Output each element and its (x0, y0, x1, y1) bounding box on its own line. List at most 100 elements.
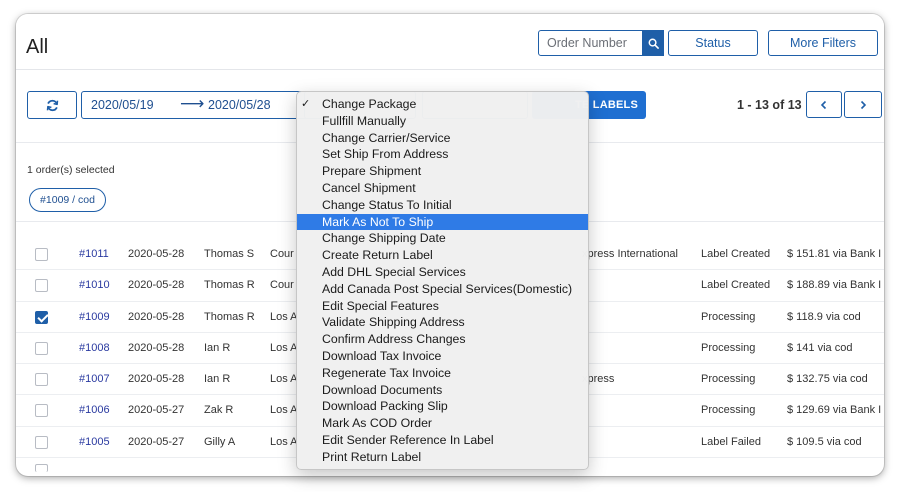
order-id-link[interactable]: #1006 (79, 404, 110, 416)
order-date: 2020-05-28 (128, 279, 185, 292)
page-header: All Status More Filters (16, 14, 884, 70)
order-date: 2020-05-28 (128, 248, 185, 260)
menu-item-fulfill-manually[interactable]: Fullfill Manually (297, 113, 588, 130)
carrier-service: xpress International (582, 248, 678, 260)
order-date: 2020-05-28 (128, 373, 185, 386)
order-date: 2020-05-27 (128, 404, 185, 417)
menu-item-confirm-address-changes[interactable]: Confirm Address Changes (297, 331, 588, 348)
menu-item-label: Mark As Not To Ship (322, 214, 434, 229)
order-status: Label Created (701, 248, 771, 260)
customer-name: Gilly A (204, 435, 236, 448)
menu-item-add-dhl-services[interactable]: Add DHL Special Services (297, 264, 588, 281)
ship-location: Los A (270, 404, 298, 417)
menu-item-label: Print Return Label (322, 449, 422, 464)
order-amount: $ 118.9 via cod (787, 310, 861, 323)
menu-item-mark-cod-order[interactable]: Mark As COD Order (297, 415, 588, 432)
date-range-arrow-icon: ⟶ (180, 94, 205, 113)
selected-count: 1 order(s) selected (27, 164, 115, 176)
order-status: Processing (701, 341, 756, 354)
date-start[interactable]: 2020/05/19 (91, 98, 154, 112)
customer-name: Ian R (204, 341, 231, 354)
customer-name: Thomas R (204, 310, 255, 323)
menu-item-regenerate-tax-invoice[interactable]: Regenerate Tax Invoice (297, 365, 588, 382)
customer-name: Zak R (204, 404, 234, 417)
pagination-summary: 1 - 13 of 13 (737, 98, 802, 112)
row-checkbox[interactable] (35, 341, 48, 355)
menu-item-download-packing-slip[interactable]: Download Packing Slip (297, 398, 588, 415)
order-status: Label Failed (701, 435, 761, 448)
customer-name: Thomas R (204, 279, 255, 292)
menu-item-label: Edit Sender Reference In Label (322, 432, 494, 447)
menu-item-download-tax-invoice[interactable]: Download Tax Invoice (297, 348, 588, 365)
row-checkbox[interactable] (35, 373, 48, 387)
row-checkbox[interactable] (35, 310, 48, 324)
menu-item-label: Change Package (322, 97, 417, 111)
menu-item-label: Add Canada Post Special Services(Domesti… (322, 281, 573, 296)
menu-item-edit-sender-reference[interactable]: Edit Sender Reference In Label (297, 432, 588, 449)
order-amount: $ 151.81 via Bank I (787, 248, 882, 260)
menu-item-add-canada-post-services[interactable]: Add Canada Post Special Services(Domesti… (297, 281, 588, 298)
menu-item-change-shipping-date[interactable]: Change Shipping Date (297, 230, 588, 247)
menu-item-label: Mark As COD Order (322, 416, 433, 431)
menu-item-download-documents[interactable]: Download Documents (297, 382, 588, 399)
menu-item-label: Confirm Address Changes (322, 332, 466, 347)
order-date: 2020-05-27 (128, 435, 185, 448)
menu-item-label: Edit Special Features (322, 298, 439, 313)
menu-item-change-carrier-service[interactable]: Change Carrier/Service (297, 130, 588, 147)
search-button[interactable] (642, 30, 664, 56)
menu-item-label: Add DHL Special Services (322, 264, 466, 279)
next-page-button[interactable] (844, 91, 882, 118)
page-title: All (26, 36, 49, 58)
menu-item-label: Regenerate Tax Invoice (322, 365, 451, 380)
order-id-link[interactable]: #1007 (79, 373, 110, 385)
menu-item-label: Create Return Label (322, 248, 433, 263)
row-checkbox[interactable] (35, 435, 48, 449)
order-date: 2020-05-28 (128, 310, 185, 323)
menu-item-label: Validate Shipping Address (322, 315, 465, 330)
row-checkbox[interactable] (35, 248, 48, 261)
more-filters-button[interactable]: More Filters (768, 30, 878, 56)
menu-item-mark-not-to-ship[interactable]: Mark As Not To Ship (297, 213, 588, 231)
menu-item-edit-special-features[interactable]: Edit Special Features (297, 298, 588, 315)
menu-item-set-ship-from-address[interactable]: Set Ship From Address (297, 146, 588, 163)
menu-item-change-package[interactable]: ✓ Change Package (297, 96, 588, 113)
search-icon (648, 38, 659, 49)
menu-item-create-return-label[interactable]: Create Return Label (297, 247, 588, 264)
ship-location: Cour (270, 248, 294, 260)
menu-item-print-return-label[interactable]: Print Return Label (297, 449, 588, 466)
order-status: Label Created (701, 279, 771, 292)
menu-item-change-status-initial[interactable]: Change Status To Initial (297, 197, 588, 214)
menu-item-cancel-shipment[interactable]: Cancel Shipment (297, 180, 588, 197)
menu-item-label: Prepare Shipment (322, 164, 422, 179)
row-checkbox[interactable] (35, 404, 48, 418)
order-id-link[interactable]: #1008 (79, 342, 110, 354)
order-id-link[interactable]: #1010 (79, 279, 110, 291)
menu-item-label: Cancel Shipment (322, 180, 416, 195)
order-status: Processing (701, 310, 756, 323)
date-range-picker[interactable]: 2020/05/19 ⟶ 2020/05/28 (81, 91, 309, 119)
order-id-link[interactable]: #1009 (79, 311, 110, 323)
order-id-link[interactable]: #1005 (79, 436, 110, 448)
order-date: 2020-05-28 (128, 341, 185, 354)
ship-location: Los A (270, 435, 298, 448)
date-end[interactable]: 2020/05/28 (208, 98, 271, 112)
chevron-right-icon (860, 100, 867, 109)
order-amount: $ 109.5 via cod (787, 435, 862, 448)
menu-item-label: Set Ship From Address (322, 147, 449, 162)
order-id-link[interactable]: #1011 (79, 248, 109, 260)
ship-location: Cour (270, 279, 294, 292)
menu-item-label: Download Documents (322, 382, 443, 397)
menu-item-label: Change Status To Initial (322, 197, 452, 212)
menu-item-validate-shipping-address[interactable]: Validate Shipping Address (297, 314, 588, 331)
row-checkbox[interactable] (35, 464, 48, 473)
status-button[interactable]: Status (668, 30, 758, 56)
order-status: Processing (701, 373, 756, 386)
prev-page-button[interactable] (806, 91, 842, 118)
row-checkbox[interactable] (35, 279, 48, 293)
order-amount: $ 132.75 via cod (787, 373, 868, 386)
checkmark-icon: ✓ (301, 98, 311, 110)
menu-item-label: Change Shipping Date (322, 231, 446, 246)
refresh-button[interactable] (27, 91, 77, 119)
menu-item-prepare-shipment[interactable]: Prepare Shipment (297, 163, 588, 180)
selected-order-chip[interactable]: #1009 / cod (29, 188, 106, 212)
